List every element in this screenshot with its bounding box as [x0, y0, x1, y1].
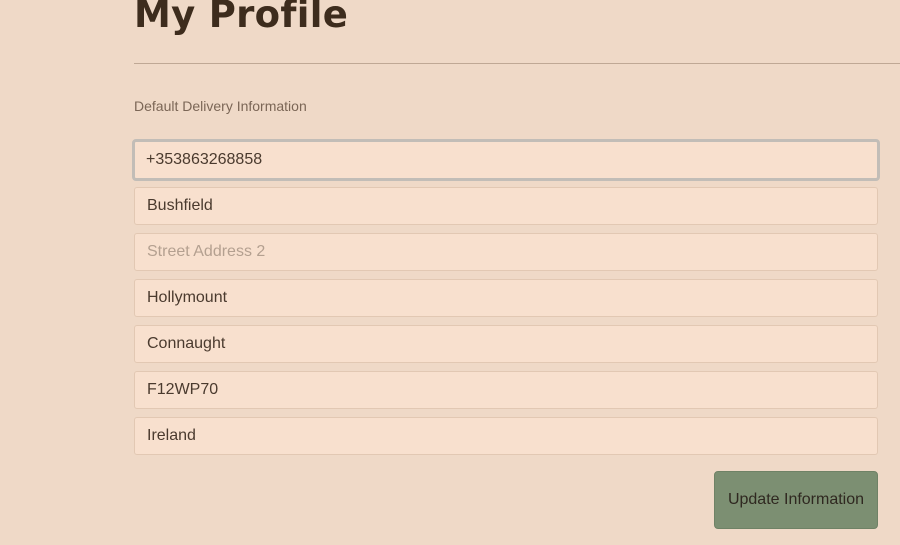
postcode-field[interactable]	[134, 371, 878, 409]
town-city-field[interactable]	[134, 279, 878, 317]
phone-number-field[interactable]	[132, 139, 880, 181]
page-title: My Profile	[134, 0, 349, 36]
section-label-delivery: Default Delivery Information	[134, 98, 307, 114]
street-address-2-field[interactable]	[134, 233, 878, 271]
county-field[interactable]	[134, 325, 878, 363]
country-field[interactable]	[134, 417, 878, 455]
title-divider	[134, 63, 900, 64]
street-address-1-field[interactable]	[134, 187, 878, 225]
update-information-button[interactable]: Update Information	[714, 471, 878, 529]
